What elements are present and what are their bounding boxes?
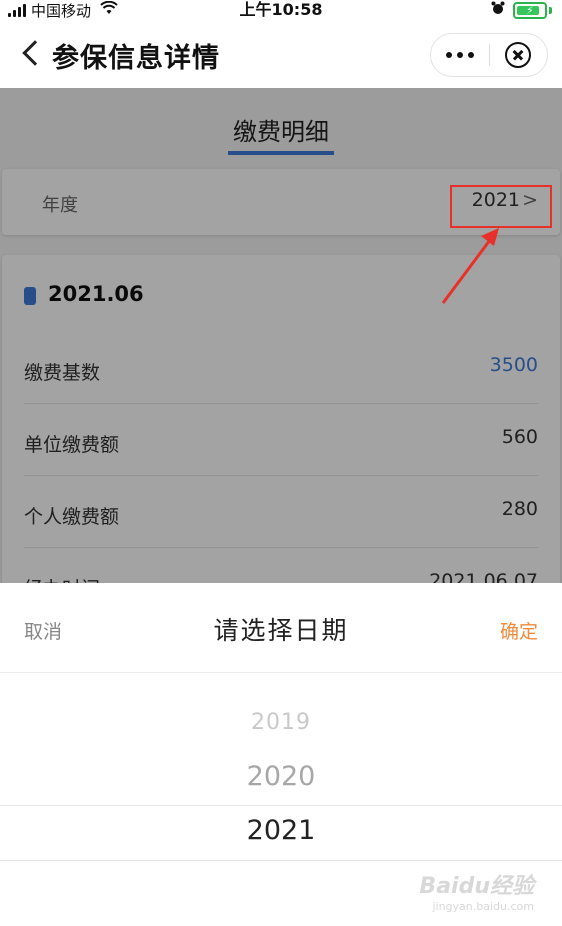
modal-overlay[interactable]	[0, 88, 562, 583]
back-icon[interactable]	[22, 40, 48, 66]
status-right: ⚡	[491, 1, 552, 19]
picker-option-selected[interactable]: 2021	[0, 815, 562, 846]
page-title: 参保信息详情	[52, 43, 220, 74]
picker-option[interactable]: 2019	[0, 710, 562, 735]
picker-option[interactable]: 2020	[0, 761, 562, 792]
watermark-logo: Baidu经验	[419, 874, 534, 899]
mini-program-capsule	[430, 33, 548, 77]
alarm-icon	[491, 1, 505, 19]
status-bar: 中国移动 上午10:58 ⚡	[0, 0, 562, 22]
annotation-highlight-box	[450, 185, 552, 228]
baidu-watermark: Baidu经验 jingyan.baidu.com	[419, 868, 534, 913]
watermark-url: jingyan.baidu.com	[432, 900, 534, 913]
picker-title: 请选择日期	[213, 616, 349, 645]
picker-selection-line-bottom	[0, 860, 562, 861]
nav-bar: 参保信息详情	[0, 22, 562, 88]
picker-selection-line-top	[0, 805, 562, 806]
battery-icon: ⚡	[513, 1, 547, 19]
close-circle-icon	[505, 42, 532, 68]
picker-header: 取消 请选择日期 确定	[0, 583, 562, 673]
status-time: 上午10:58	[239, 0, 323, 19]
confirm-button[interactable]: 确定	[500, 617, 538, 644]
close-button[interactable]	[489, 42, 547, 68]
charging-bolt-icon: ⚡	[526, 3, 534, 17]
more-icon[interactable]	[431, 52, 489, 58]
battery-cap	[549, 6, 552, 14]
